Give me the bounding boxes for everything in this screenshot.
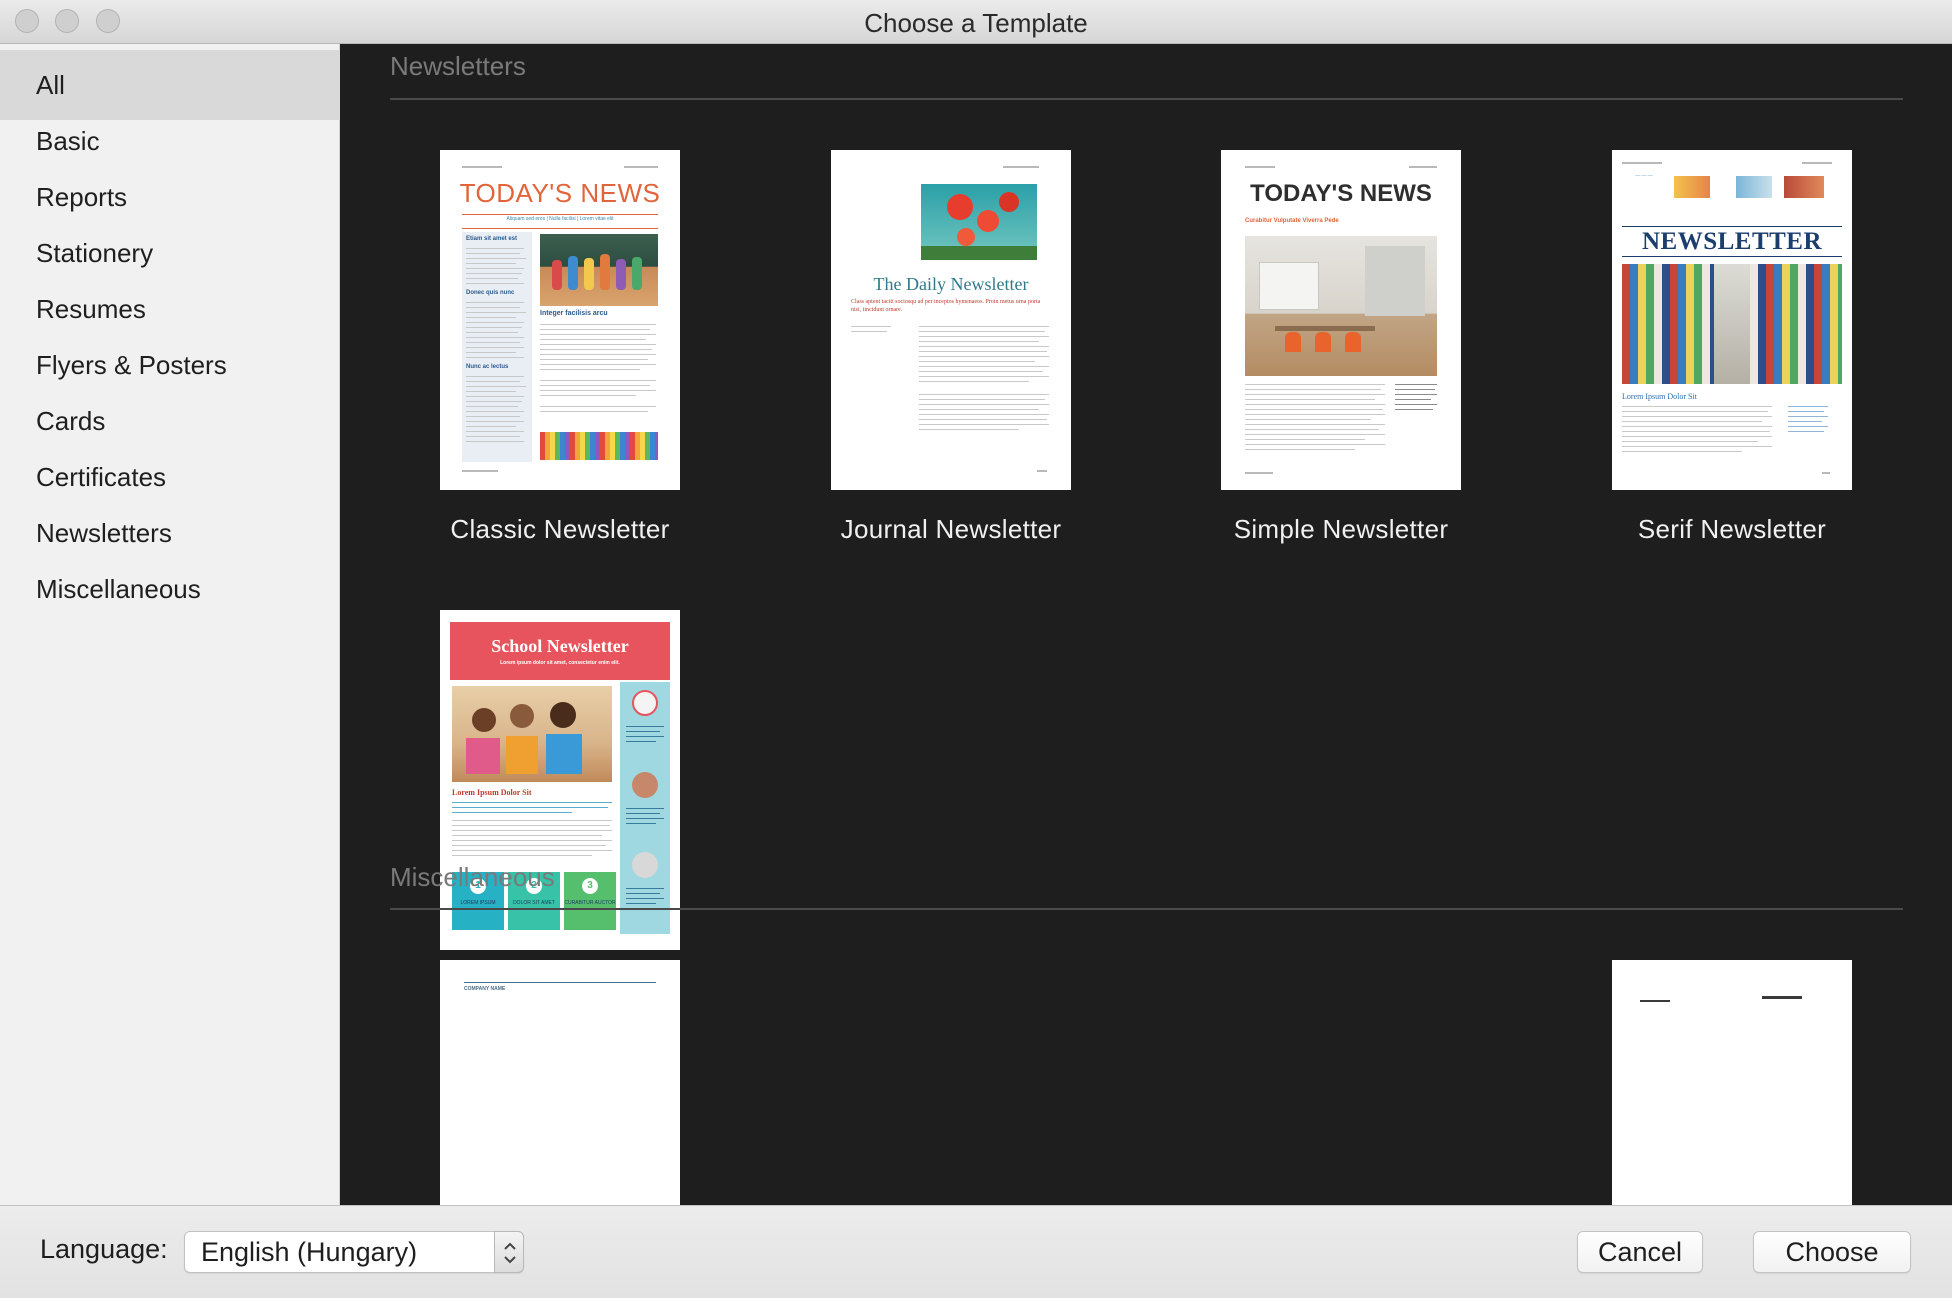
template-thumbnail[interactable]: — — — NEWSLETTER Lorem Ipsum Dolor Sit (1612, 150, 1852, 490)
thumb-headline: The Daily Newsletter (873, 274, 1029, 294)
thumb-text: COMPANY NAME (464, 986, 506, 992)
thumb-photo-pencils (540, 432, 658, 460)
thumb-photo-kitchen (1245, 236, 1437, 376)
section-title-miscellaneous: Miscellaneous (390, 862, 555, 892)
thumb-subtitle: Curabitur Vulputate Viverra Pede (1245, 218, 1339, 224)
template-thumbnail[interactable]: The Daily Newsletter Class aptent taciti… (831, 150, 1071, 490)
choose-template-window: Choose a Template All Basic Reports Stat… (0, 0, 1952, 1298)
thumb-box-label: CURABITUR AUCTOR (564, 900, 616, 906)
cancel-button[interactable]: Cancel (1577, 1231, 1703, 1273)
language-select[interactable]: English (Hungary) (184, 1231, 524, 1273)
section-divider (390, 98, 1903, 100)
thumb-headline: TODAY'S NEWS (459, 178, 661, 208)
language-select-value: English (Hungary) (201, 1237, 418, 1267)
sidebar-item-miscellaneous[interactable]: Miscellaneous (0, 554, 340, 624)
thumb-heading: Nunc ac lectus (466, 364, 509, 370)
footer-bar: Language: English (Hungary) Cancel Choos… (0, 1205, 1952, 1298)
thumb-subtitle: Aliquam sed eros | Nulla facilisi | Lore… (506, 216, 614, 222)
thumb-headline: School Newsletter (491, 636, 629, 656)
thumb-heading: Etiam sit amet est (466, 236, 518, 242)
thumb-box-label: DOLOR SIT AMET (513, 900, 555, 906)
template-thumbnail[interactable]: TODAY'S NEWS Aliquam sed eros | Nulla fa… (440, 150, 680, 490)
template-label: Simple Newsletter (1233, 514, 1449, 544)
thumb-subtitle: Lorem Ipsum Dolor Sit (1622, 392, 1697, 401)
template-thumbnail[interactable]: TODAY'S NEWS Curabitur Vulputate Viverra… (1221, 150, 1461, 490)
thumb-headline: NEWSLETTER (1641, 228, 1823, 255)
choose-button[interactable]: Choose (1753, 1231, 1911, 1273)
language-label: Language: (40, 1234, 168, 1264)
template-label: Serif Newsletter (1637, 514, 1827, 544)
thumb-photo-classroom (540, 234, 658, 306)
thumb-photo-library (1622, 264, 1842, 384)
thumb-subtitle: Class aptent taciti sociosqu ad per ince… (851, 299, 1041, 313)
section-divider (390, 908, 1903, 910)
section-title-newsletters: Newsletters (390, 51, 526, 81)
title-bar: Choose a Template (0, 0, 1952, 44)
template-gallery: Newsletters TODAY'S NEWS Aliquam sed ero… (340, 44, 1952, 1205)
template-label: Journal Newsletter (840, 514, 1062, 544)
template-label: Classic Newsletter (450, 514, 670, 544)
thumb-box-label: LOREM IPSUM (460, 900, 496, 906)
thumb-photo-flowers (921, 184, 1037, 260)
thumb-heading: Integer facilisis arcu (540, 310, 608, 317)
thumb-heading: Donec quis nunc (466, 290, 515, 296)
thumb-subtitle: Lorem ipsum dolor sit amet, consectetur … (500, 660, 620, 666)
thumb-box-number: 3 (582, 878, 598, 894)
thumb-heading: Lorem Ipsum Dolor Sit (452, 788, 532, 797)
window-title: Choose a Template (864, 8, 1088, 38)
template-thumbnail[interactable] (1612, 960, 1852, 1205)
category-sidebar: All Basic Reports Stationery Resumes Fly… (0, 44, 340, 1205)
template-thumbnail[interactable]: School Newsletter Lorem ipsum dolor sit … (440, 610, 680, 950)
thumb-headline: TODAY'S NEWS (1250, 180, 1432, 207)
template-thumbnail[interactable]: COMPANY NAME (440, 960, 680, 1205)
thumb-photo-children (452, 686, 612, 782)
updown-chevron-icon[interactable] (494, 1231, 524, 1273)
